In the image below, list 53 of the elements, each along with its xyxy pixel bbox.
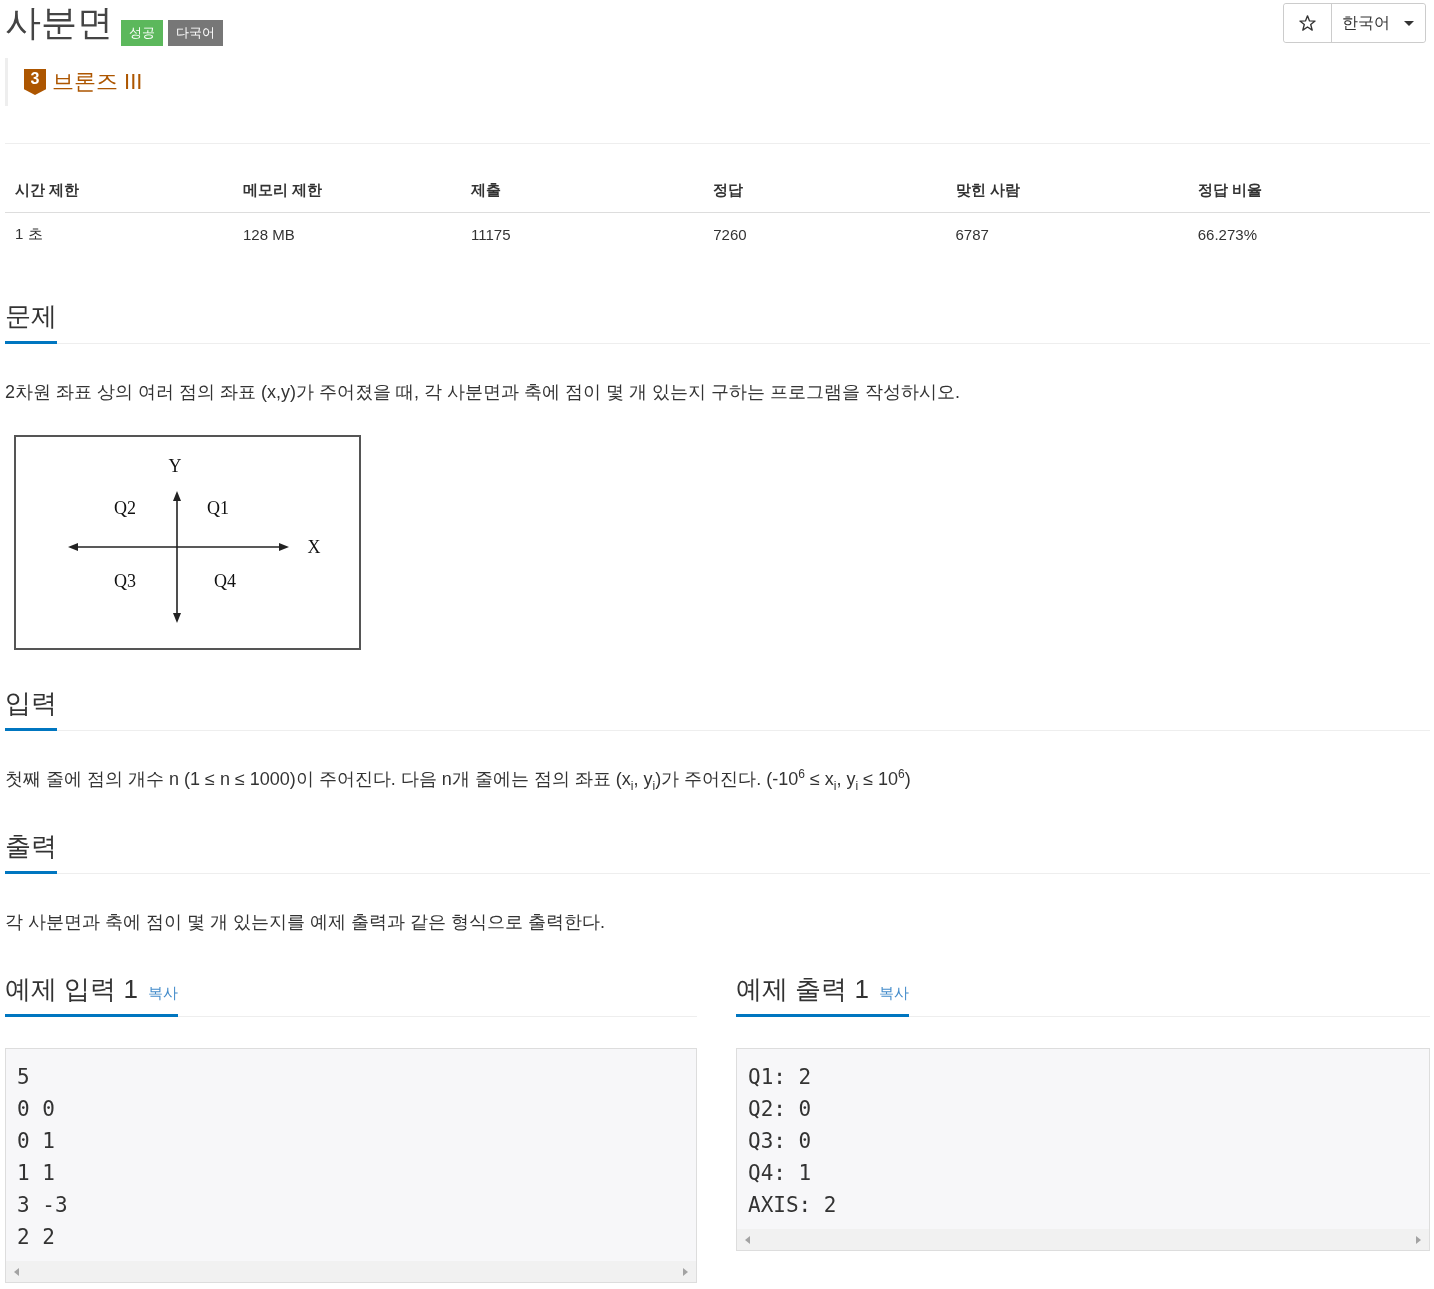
code-line: 0 1	[17, 1128, 55, 1155]
code-line: 2 2	[17, 1224, 55, 1251]
sample-heading: 예제 입력 1	[5, 973, 138, 1006]
quadrant-label: Q2	[114, 498, 136, 518]
column-header: 맞힌 사람	[954, 180, 1021, 200]
caret-icon	[1404, 20, 1414, 26]
table-cell-text: 66.273%	[1196, 226, 1258, 243]
tier-label: 브론즈 III	[52, 68, 143, 96]
code-line: 3 -3	[17, 1192, 68, 1219]
section-text: 첫째 줄에 점의 개수 n (1 ≤ n ≤ 1000)이 주어진다. 다음 n개 줄에는 점의 좌표 (x$_{i}$, y$_{i}$)가 주어진다. (-10$^{6}$ ≤ x$_{i}$, y$_{i}$ ≤ 10$^{6}$)	[5, 766, 912, 793]
code-line: Q3: 0	[748, 1128, 812, 1155]
code-line: Q4: 1	[748, 1160, 812, 1187]
status-label: 다국어	[168, 20, 223, 46]
section-heading: 입력	[5, 687, 57, 720]
table-cell-text: 1 초	[14, 225, 44, 244]
scroll-left-icon[interactable]	[745, 1235, 750, 1244]
scroll-right-icon[interactable]	[683, 1267, 688, 1276]
quadrant-label: Q1	[207, 498, 229, 518]
column-header: 정답 비율	[1196, 180, 1263, 200]
axis-label: Y	[168, 456, 182, 476]
table-cell-text: 7260	[712, 226, 748, 243]
table-cell-text: 11175	[470, 226, 512, 243]
quadrant-label: Q4	[214, 571, 236, 591]
horizontal-scrollbar[interactable]	[6, 1261, 696, 1282]
code-line: 0 0	[17, 1096, 55, 1123]
star-icon	[1299, 15, 1316, 31]
problem-title: 사분면	[5, 1, 113, 45]
copy-link[interactable]: 복사	[147, 984, 178, 1003]
table-cell-text: 128 MB	[242, 226, 296, 243]
axis-label: X	[307, 537, 321, 557]
section-heading: 출력	[5, 830, 57, 863]
code-line: 5	[17, 1064, 30, 1091]
column-header: 제출	[470, 180, 502, 200]
table-cell-text: 6787	[954, 226, 990, 243]
sample-heading: 예제 출력 1	[736, 973, 869, 1006]
section-text: 각 사분면과 축에 점이 몇 개 있는지를 예제 출력과 같은 형식으로 출력한다.	[5, 911, 606, 934]
quadrant-label: Q3	[114, 571, 136, 591]
section-heading: 문제	[5, 300, 57, 333]
star-button[interactable]	[1284, 4, 1332, 42]
status-label: 성공	[121, 20, 163, 46]
code-line: 1 1	[17, 1160, 55, 1187]
scroll-right-icon[interactable]	[1416, 1235, 1421, 1244]
code-line: Q1: 2	[748, 1064, 812, 1091]
column-header: 메모리 제한	[242, 180, 324, 200]
tier-badge: 3	[24, 69, 46, 95]
code-line: AXIS: 2	[748, 1192, 837, 1219]
code-line: Q2: 0	[748, 1096, 812, 1123]
column-header: 시간 제한	[14, 180, 81, 200]
copy-link[interactable]: 복사	[878, 984, 909, 1003]
horizontal-scrollbar[interactable]	[737, 1229, 1429, 1250]
section-text: 2차원 좌표 상의 여러 점의 좌표 (x,y)가 주어졌을 때, 각 사분면과 축에 점이 몇 개 있는지 구하는 프로그램을 작성하시오.	[5, 381, 962, 404]
scroll-left-icon[interactable]	[14, 1267, 19, 1276]
column-header: 정답	[712, 180, 745, 200]
